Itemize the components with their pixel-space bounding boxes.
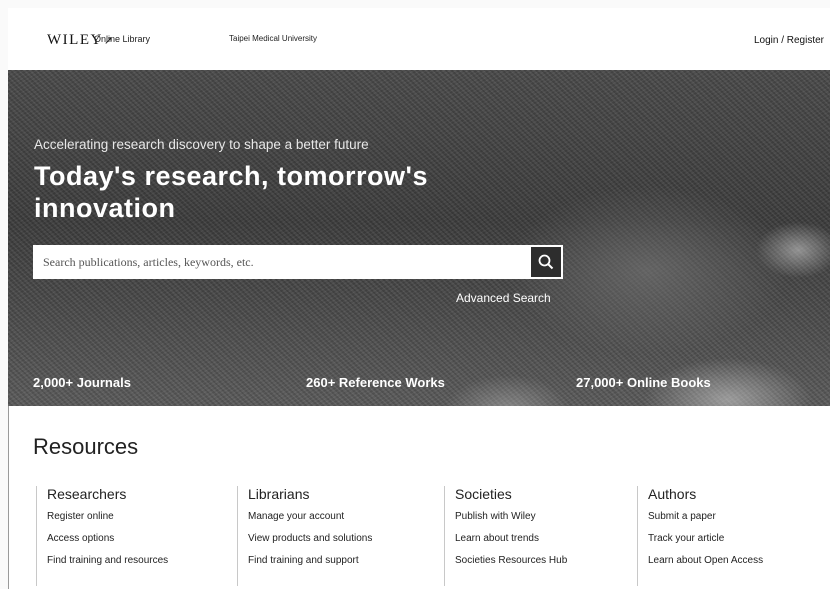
resource-link[interactable]: Find training and support (248, 555, 438, 566)
hero-tagline: Accelerating research discovery to shape… (34, 137, 369, 152)
stat-journals[interactable]: 2,000+ Journals (33, 375, 131, 390)
column-heading: Researchers (47, 486, 127, 502)
resource-link[interactable]: Track your article (648, 533, 830, 544)
top-bar: WILEY↗ Online Library Taipei Medical Uni… (8, 8, 830, 70)
resources-column-authors: Authors Submit a paper Track your articl… (637, 486, 830, 586)
advanced-search-link[interactable]: Advanced Search (456, 291, 551, 305)
hero-banner: Accelerating research discovery to shape… (8, 70, 830, 406)
resource-link[interactable]: Manage your account (248, 511, 438, 522)
resources-column-librarians: Librarians Manage your account View prod… (237, 486, 438, 586)
login-register-link[interactable]: Login / Register (754, 35, 824, 46)
resource-link[interactable]: View products and solutions (248, 533, 438, 544)
resource-link[interactable]: Submit a paper (648, 511, 830, 522)
resources-column-researchers: Researchers Register online Access optio… (36, 486, 237, 586)
search-input[interactable] (33, 245, 523, 279)
resource-link[interactable]: Register online (47, 511, 237, 522)
resource-link[interactable]: Access options (47, 533, 237, 544)
resources-column-societies: Societies Publish with Wiley Learn about… (444, 486, 645, 586)
column-heading: Librarians (248, 486, 310, 502)
column-heading: Authors (648, 486, 697, 502)
stat-reference-works[interactable]: 260+ Reference Works (306, 375, 445, 390)
search-icon (538, 254, 554, 270)
resource-link[interactable]: Find training and resources (47, 555, 237, 566)
resource-link[interactable]: Learn about trends (455, 533, 645, 544)
brand-subtitle: Online Library (94, 34, 151, 44)
search-button[interactable] (531, 247, 561, 277)
search-bar (33, 245, 563, 279)
institution-name: Taipei Medical University (229, 34, 318, 43)
resource-link[interactable]: Publish with Wiley (455, 511, 645, 522)
resource-link[interactable]: Learn about Open Access (648, 555, 830, 566)
stat-online-books[interactable]: 27,000+ Online Books (576, 375, 711, 390)
resource-link[interactable]: Societies Resources Hub (455, 555, 645, 566)
column-heading: Societies (455, 486, 512, 502)
resources-title: Resources (33, 434, 139, 459)
hero-headline: Today's research, tomorrow's innovation (34, 161, 428, 223)
